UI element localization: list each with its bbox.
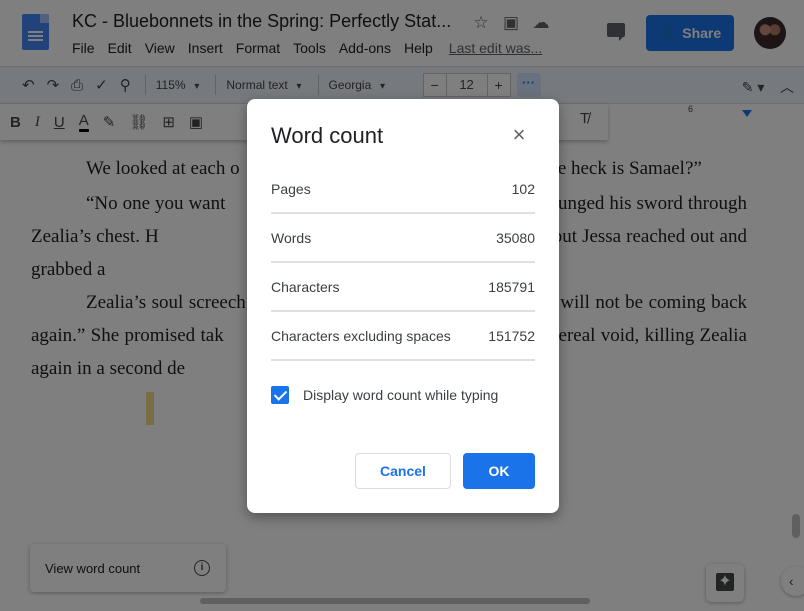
- ok-button[interactable]: OK: [463, 453, 535, 489]
- stat-label: Characters excluding spaces: [271, 327, 451, 344]
- display-word-count-label[interactable]: Display word count while typing: [303, 387, 498, 403]
- stat-row-words: Words 35080: [271, 214, 535, 263]
- display-word-count-checkbox[interactable]: [271, 386, 289, 404]
- word-count-dialog: Word count × Pages 102 Words 35080 Chara…: [247, 99, 559, 513]
- stat-row-characters: Characters 185791: [271, 263, 535, 312]
- stat-label: Characters: [271, 278, 340, 295]
- stat-label: Words: [271, 229, 312, 246]
- cancel-button[interactable]: Cancel: [355, 453, 451, 489]
- stat-label: Pages: [271, 180, 311, 197]
- display-word-count-option: Display word count while typing: [271, 386, 498, 404]
- close-icon[interactable]: ×: [509, 124, 529, 146]
- google-docs-app: KC - Bluebonnets in the Spring: Perfectl…: [0, 0, 804, 611]
- stat-row-characters-no-spaces: Characters excluding spaces 151752: [271, 312, 535, 361]
- stat-value: 185791: [488, 278, 535, 295]
- dialog-title: Word count: [271, 123, 384, 148]
- word-count-stats: Pages 102 Words 35080 Characters 185791 …: [271, 165, 535, 361]
- stat-value: 35080: [496, 229, 535, 246]
- stat-value: 151752: [488, 327, 535, 344]
- stat-row-pages: Pages 102: [271, 165, 535, 214]
- stat-value: 102: [511, 180, 535, 197]
